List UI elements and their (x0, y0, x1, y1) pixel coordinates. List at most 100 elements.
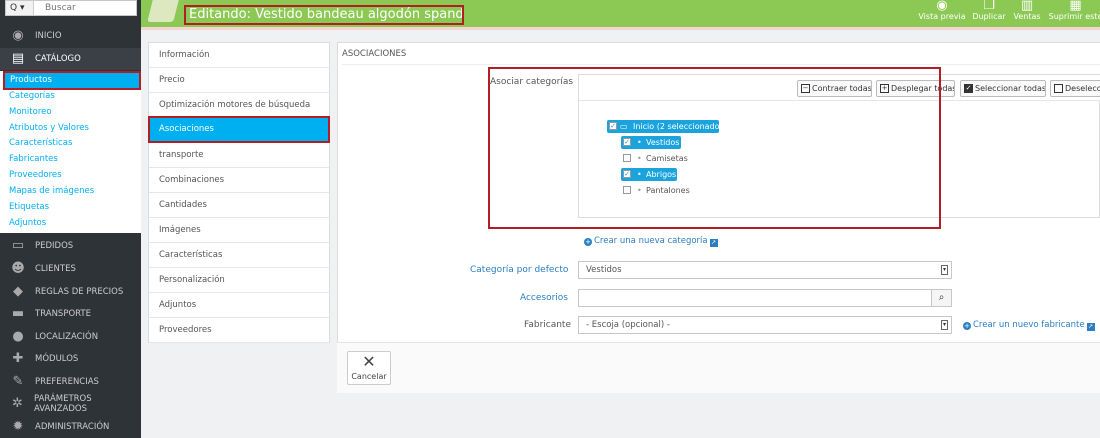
plus-circle-icon: + (584, 238, 592, 246)
product-tabs: Información Precio Optimización motores … (148, 42, 330, 343)
external-link-icon: ↗ (709, 239, 718, 247)
tab-imagenes[interactable]: Imágenes (149, 218, 329, 243)
deselect-all-button[interactable]: Deseleccionar (1050, 80, 1100, 97)
preview-label: Vista previa (918, 12, 966, 21)
app-root: Q ▾ ◉ INICIO ▤ CATÁLOGO Productos Catego… (0, 0, 1100, 438)
card-icon: ▭ (11, 238, 25, 253)
tab-caracteristicas[interactable]: Características (149, 243, 329, 268)
puzzle-icon: ✚ (12, 351, 24, 366)
delete-button[interactable]: ▦ Suprimir este (1048, 0, 1100, 27)
submenu-item-categorias[interactable]: Categorías (0, 89, 141, 104)
check-square-icon: ✓ (964, 84, 973, 93)
tab-seo[interactable]: Optimización motores de búsqueda (SEO) (149, 93, 329, 135)
globe-icon: ● (12, 329, 24, 344)
tab-proveedores[interactable]: Proveedores (149, 318, 329, 343)
cancel-button[interactable]: ✕ Cancelar (347, 351, 391, 385)
sidebar-item-inicio[interactable]: ◉ INICIO (0, 25, 141, 47)
truck-icon: ▬ (11, 306, 25, 321)
sales-button[interactable]: ▥ Ventas (1012, 0, 1042, 27)
submenu-item-adjuntos[interactable]: Adjuntos (0, 216, 141, 231)
chevron-down-icon: ▾ (941, 265, 948, 275)
tab-adjuntos[interactable]: Adjuntos (149, 293, 329, 318)
search-box: Q ▾ (5, 0, 137, 16)
select-all-label: Seleccionar todas (975, 84, 1046, 93)
sidebar-item-label: PREFERENCIAS (35, 377, 99, 387)
sidebar-item-clientes[interactable]: ☻ CLIENTES (0, 258, 141, 280)
page-title: Editando: Vestido bandeau algodón spande… (184, 5, 464, 25)
tab-transporte[interactable]: transporte (149, 143, 329, 168)
tab-asociaciones[interactable]: Asociaciones (148, 116, 330, 143)
sidebar-item-reglas-precios[interactable]: ◆ REGLAS DE PRECIOS (0, 281, 141, 303)
deselect-all-label: Deseleccionar (1065, 84, 1100, 93)
default-category-label: Categoría por defecto (470, 265, 569, 275)
book-icon: ▤ (11, 51, 25, 66)
search-icon[interactable]: ⌕ (931, 289, 952, 307)
dashboard-icon: ◉ (12, 28, 24, 43)
manufacturer-label: Fabricante (523, 320, 571, 330)
manufacturer-value: - Escoja (opcional) - (586, 320, 670, 330)
sidebar-item-label: ADMINISTRACIÓN (35, 422, 110, 432)
submenu-item-caracteristicas[interactable]: Características (0, 136, 141, 151)
tab-personalizacion[interactable]: Personalización (149, 268, 329, 293)
tab-informacion[interactable]: Información (149, 43, 329, 68)
create-category-link[interactable]: + Crear una nueva categoría ↗ (584, 236, 718, 247)
sidebar-item-pedidos[interactable]: ▭ PEDIDOS (0, 235, 141, 257)
chevron-down-icon: ▾ (941, 320, 948, 330)
preview-button[interactable]: ◉ Vista previa (917, 0, 967, 27)
sidebar-item-label: MÓDULOS (35, 354, 79, 364)
wrench-icon: ✎ (12, 374, 24, 389)
sidebar-item-label: TRANSPORTE (35, 309, 91, 319)
tags-icon: ◆ (13, 284, 23, 299)
sidebar: Q ▾ ◉ INICIO ▤ CATÁLOGO Productos Catego… (0, 0, 141, 438)
accessories-input[interactable] (578, 289, 932, 307)
tab-cantidades[interactable]: Cantidades (149, 193, 329, 218)
submenu-item-etiquetas[interactable]: Etiquetas (0, 200, 141, 215)
create-category-label: Crear una nueva categoría (594, 236, 708, 246)
default-category-select[interactable]: Vestidos ▾ (578, 261, 952, 279)
sidebar-item-preferencias[interactable]: ✎ PREFERENCIAS (0, 371, 141, 393)
external-link-icon: ↗ (1086, 323, 1095, 331)
sidebar-item-label: CLIENTES (35, 264, 76, 274)
cancel-label: Cancelar (351, 372, 387, 381)
search-type-button[interactable]: Q ▾ (6, 1, 34, 15)
default-category-value: Vestidos (586, 265, 622, 275)
submenu-item-monitoreo[interactable]: Monitoreo (0, 105, 141, 120)
sales-label: Ventas (1013, 12, 1041, 21)
delete-label: Suprimir este (1048, 12, 1100, 21)
sidebar-item-label: PARÁMETROS AVANZADOS (33, 394, 92, 414)
search-input[interactable] (35, 1, 135, 15)
page-header: Editando: Vestido bandeau algodón spande… (141, 0, 1100, 27)
highlight-box (488, 67, 941, 229)
sidebar-item-label: PEDIDOS (35, 241, 74, 251)
cogs-icon: ✲ (12, 396, 23, 411)
submenu-item-fabricantes[interactable]: Fabricantes (0, 152, 141, 167)
catalog-submenu: Productos Categorías Monitoreo Atributos… (0, 71, 141, 233)
sidebar-item-parametros[interactable]: ✲ PARÁMETROS AVANZADOS (0, 393, 141, 415)
sidebar-item-label: REGLAS DE PRECIOS (35, 287, 124, 297)
submenu-item-mapas[interactable]: Mapas de imágenes (0, 184, 141, 199)
sidebar-item-modulos[interactable]: ✚ MÓDULOS (0, 348, 141, 370)
sidebar-item-administracion[interactable]: ✹ ADMINISTRACIÓN (0, 416, 141, 438)
create-manufacturer-link[interactable]: + Crear un nuevo fabricante ↗ (963, 320, 1095, 331)
submenu-item-atributos[interactable]: Atributos y Valores (0, 121, 141, 136)
select-all-button[interactable]: ✓ Seleccionar todas (960, 80, 1046, 97)
sidebar-item-catalogo[interactable]: ▤ CATÁLOGO (0, 48, 141, 70)
sidebar-item-transporte[interactable]: ▬ TRANSPORTE (0, 303, 141, 325)
panel-footer (337, 342, 1100, 393)
duplicate-label: Duplicar (972, 12, 1006, 21)
manufacturer-select[interactable]: - Escoja (opcional) - ▾ (578, 316, 952, 334)
tab-combinaciones[interactable]: Combinaciones (149, 168, 329, 193)
sidebar-item-label: CATÁLOGO (35, 54, 81, 64)
duplicate-button[interactable]: ❐ Duplicar (970, 0, 1008, 27)
plus-circle-icon: + (963, 322, 971, 330)
sidebar-item-label: INICIO (35, 31, 62, 41)
book-icon (147, 0, 179, 22)
square-icon (1054, 84, 1063, 93)
sidebar-item-localizacion[interactable]: ● LOCALIZACIÓN (0, 326, 141, 348)
tab-precio[interactable]: Precio (149, 68, 329, 93)
create-manufacturer-label: Crear un nuevo fabricante (973, 320, 1085, 330)
accessories-label: Accesorios (519, 293, 568, 303)
submenu-item-productos[interactable]: Productos (3, 71, 141, 90)
sidebar-item-label: LOCALIZACIÓN (35, 332, 99, 342)
submenu-item-proveedores[interactable]: Proveedores (0, 168, 141, 183)
